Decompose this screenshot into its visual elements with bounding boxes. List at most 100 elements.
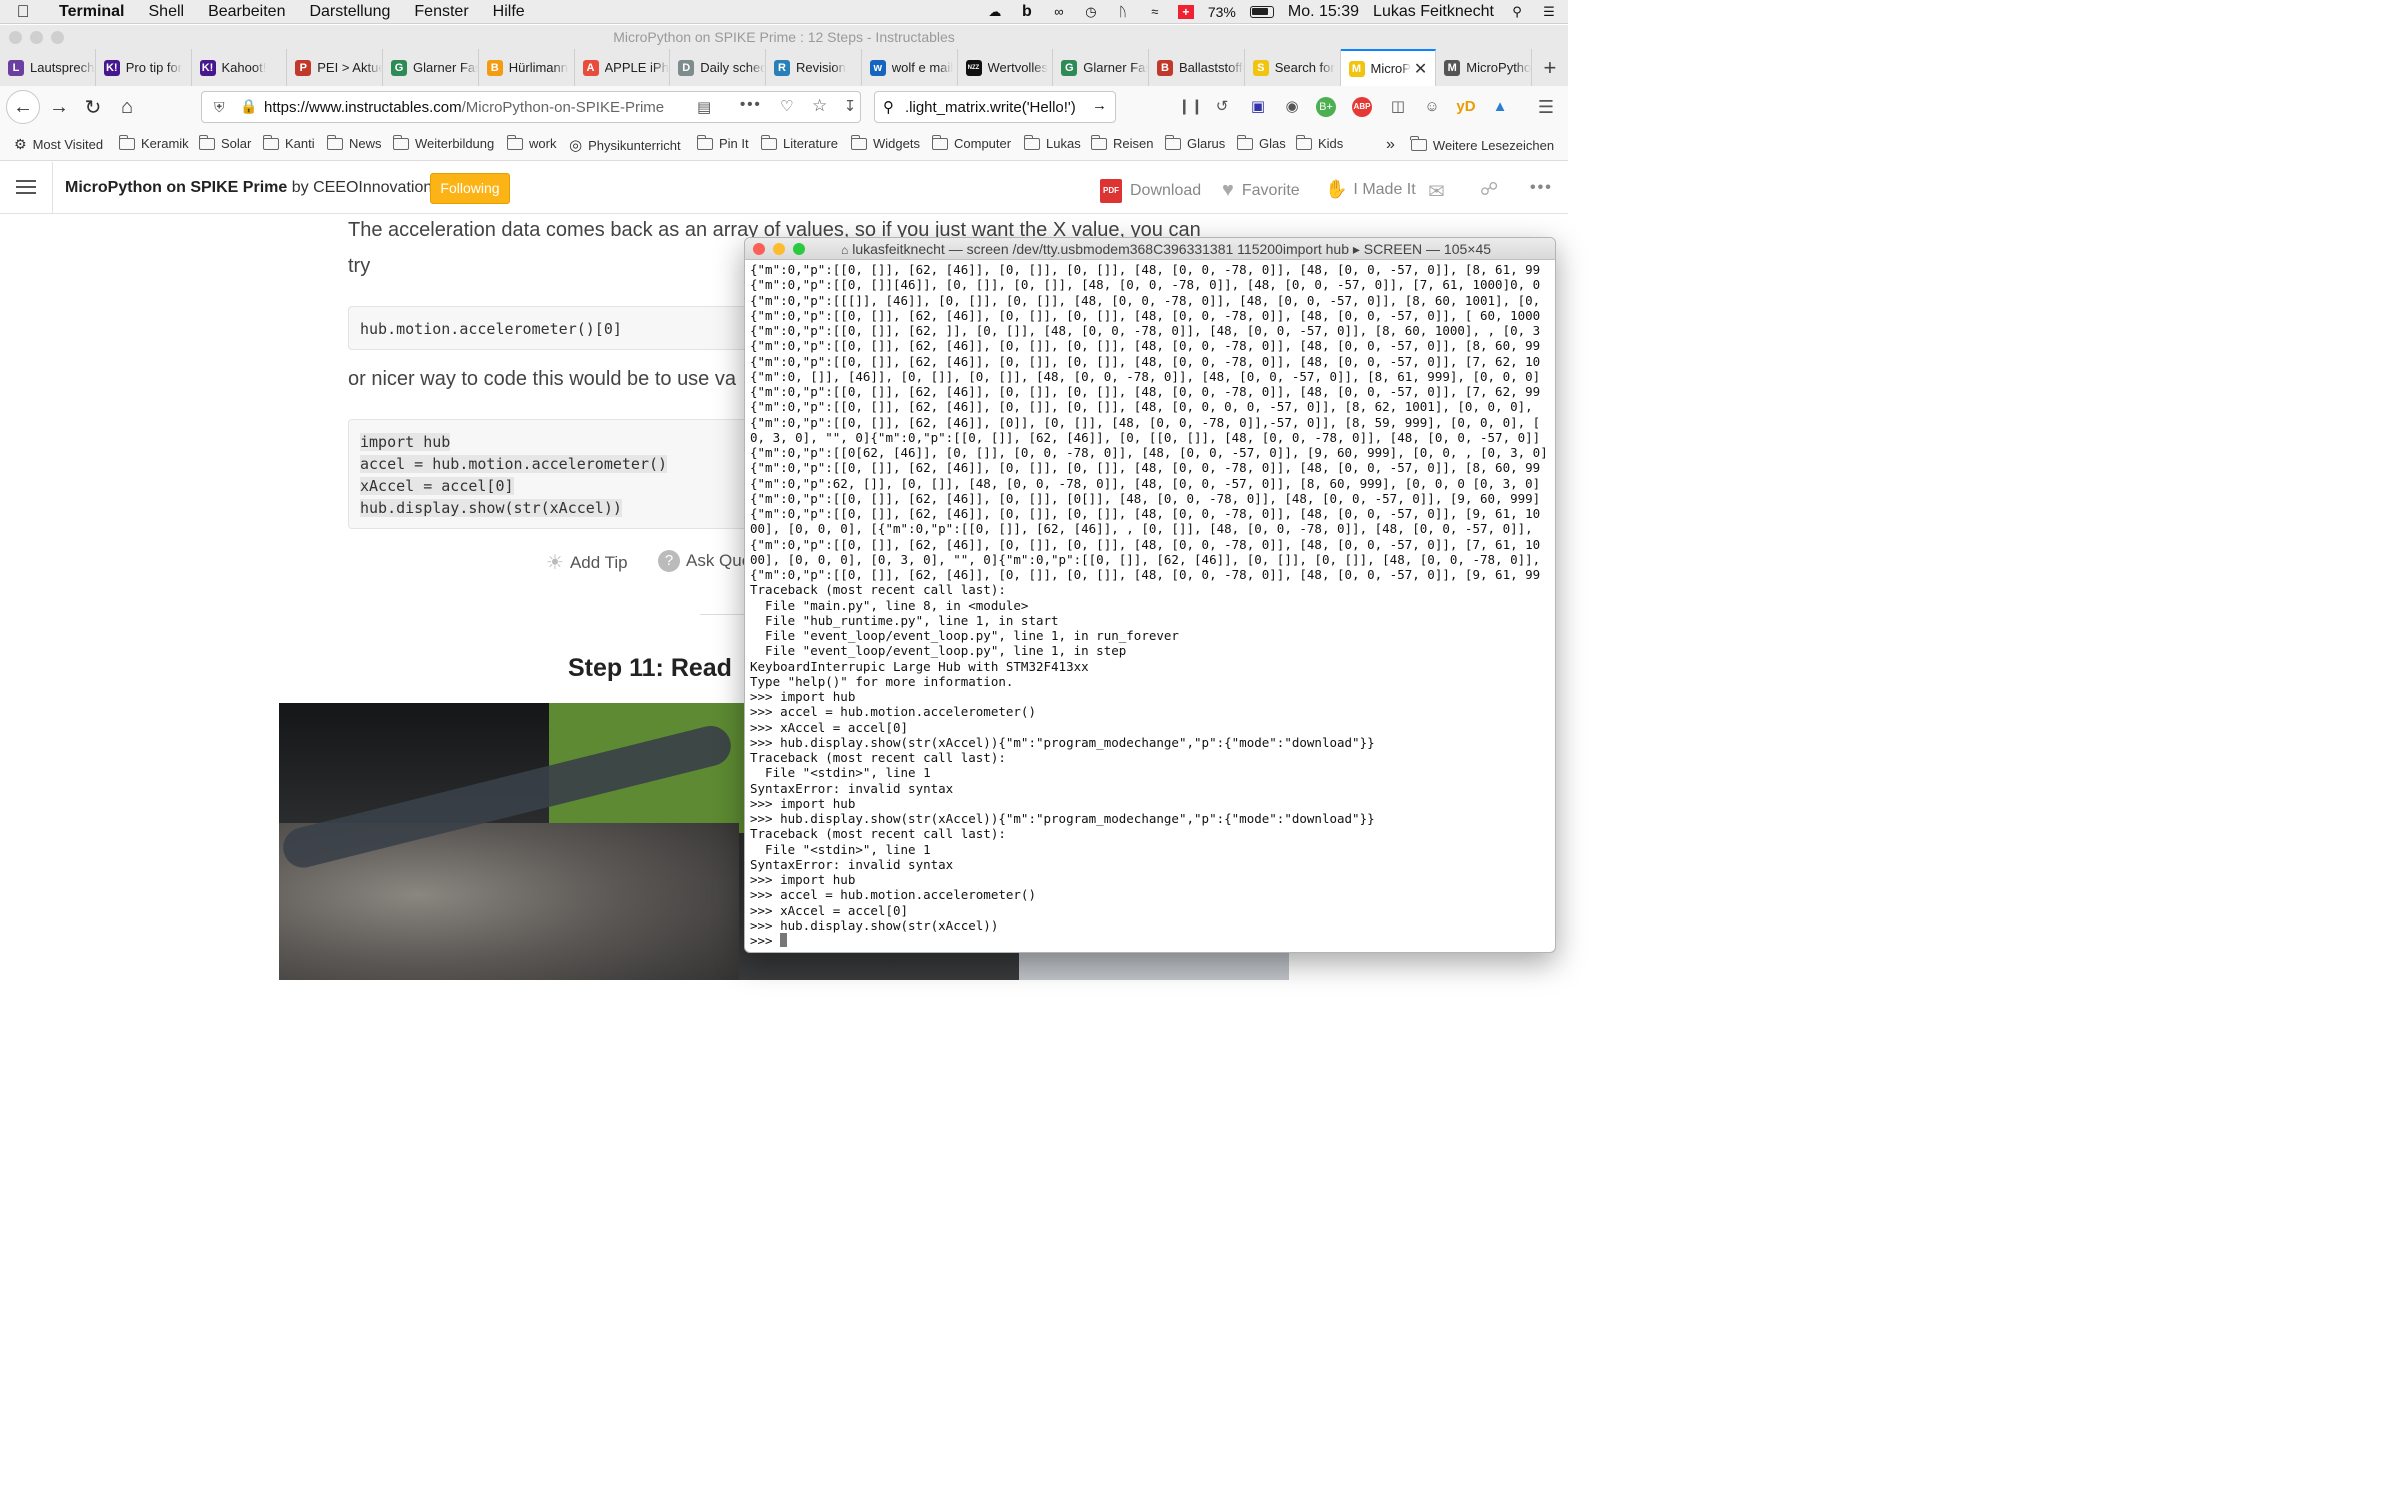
screenshot-extension-icon[interactable]: ▣ [1248, 97, 1268, 117]
page-actions-icon[interactable]: ••• [740, 96, 762, 113]
ask-question-button[interactable]: ? Ask Que [658, 550, 751, 572]
bookmark-item[interactable]: Glarus [1164, 134, 1225, 151]
apple-menu-icon[interactable]:  [0, 2, 46, 22]
reader-view-icon[interactable]: ▤ [697, 98, 711, 116]
tab-13[interactable]: S Search for [1245, 49, 1341, 86]
window-zoom-button[interactable] [51, 31, 64, 44]
tab-close-icon[interactable]: ✕ [1414, 59, 1427, 79]
tab-7[interactable]: D Daily schedule [670, 49, 766, 86]
project-title-text[interactable]: MicroPython on SPIKE Prime [65, 179, 287, 196]
comments-icon[interactable]: ✉ [1428, 179, 1445, 204]
back-button[interactable]: ← [6, 90, 40, 124]
history-icon[interactable]: ↺ [1212, 97, 1232, 117]
following-button[interactable]: Following [430, 173, 510, 204]
terminal-output[interactable]: {"m":0,"p":[[0, []], [62, [46]], [0, []]… [750, 262, 1555, 952]
terminal-titlebar[interactable]: ⌂ lukasfeitknecht — screen /dev/tty.usbmo… [745, 238, 1555, 260]
infinity-icon[interactable]: ∞ [1050, 5, 1068, 19]
bookmark-item[interactable]: Solar [198, 134, 251, 151]
bookmark-item[interactable]: Lukas [1023, 134, 1081, 151]
pocket-icon[interactable]: ♡ [780, 97, 793, 115]
b-app-icon[interactable]: b [1018, 4, 1036, 20]
tab-14[interactable]: M MicroPython✕ [1340, 49, 1437, 86]
url-text[interactable]: https://www.instructables.com/MicroPytho… [264, 99, 689, 116]
tab-9[interactable]: w wolf e mail [862, 49, 958, 86]
tab-1[interactable]: K! Pro tip for [96, 49, 192, 86]
bookmark-item[interactable]: ⚙ Most Visited [14, 136, 103, 153]
tab-8[interactable]: R Revision [766, 49, 862, 86]
bookmark-star-icon[interactable]: ☆ [812, 96, 827, 116]
tab-5[interactable]: B Hürlimann [479, 49, 575, 86]
bookmark-item[interactable]: Literature [760, 134, 838, 151]
extension-globe-icon[interactable]: ◉ [1282, 97, 1302, 117]
bookmark-item[interactable]: Computer [931, 134, 1011, 151]
tab-11[interactable]: G Glarner Fasnacht [1053, 49, 1149, 86]
download-button[interactable]: PDF Download [1100, 179, 1201, 203]
bookmark-item[interactable]: Keramik [118, 134, 189, 151]
bookmark-item[interactable]: Glas [1236, 134, 1286, 151]
spotlight-search-icon[interactable]: ⚲ [1508, 5, 1526, 19]
tab-6[interactable]: A APPLE iPhone [575, 49, 671, 86]
shield-icon[interactable]: ⛨ [214, 99, 225, 116]
window-close-button[interactable] [9, 31, 22, 44]
bookmark-item[interactable]: Reisen [1090, 134, 1153, 151]
bookmark-item[interactable]: Kanti [262, 134, 315, 151]
terminal-window[interactable]: ⌂ lukasfeitknecht — screen /dev/tty.usbmo… [744, 237, 1556, 953]
grammar-extension-icon[interactable]: B+ [1316, 97, 1336, 117]
bookmark-item[interactable]: News [326, 134, 382, 151]
lock-icon[interactable]: 🔒 [240, 98, 257, 115]
new-tab-button[interactable]: + [1532, 49, 1568, 86]
window-minimize-button[interactable] [30, 31, 43, 44]
menu-hilfe[interactable]: Hilfe [481, 3, 537, 21]
forward-button[interactable]: → [44, 92, 74, 122]
adblock-icon[interactable]: ABP [1352, 97, 1372, 117]
tab-4[interactable]: G Glarner Fasnacht [383, 49, 479, 86]
tab-2[interactable]: K! Kahoot! [192, 49, 288, 86]
swiss-flag-icon[interactable]: + [1177, 5, 1194, 19]
bluetooth-icon[interactable]: ᚢ [1114, 5, 1132, 19]
site-menu-icon[interactable] [16, 180, 36, 194]
download-arrow-icon[interactable]: ↧ [840, 97, 860, 117]
tab-12[interactable]: B Ballaststoffe [1149, 49, 1245, 86]
more-options-icon[interactable]: ••• [1530, 179, 1553, 197]
clock[interactable]: Mo. 15:39 [1288, 3, 1359, 21]
menu-bearbeiten[interactable]: Bearbeiten [196, 3, 297, 21]
i-made-it-button[interactable]: ✋ I Made It [1325, 179, 1416, 200]
menu-fenster[interactable]: Fenster [402, 3, 480, 21]
search-input[interactable]: ⚲ .light_matrix.write('Hello!') → [874, 91, 1116, 123]
trophy-extension-icon[interactable]: ▲ [1490, 97, 1510, 117]
bookmark-item[interactable]: Kids [1295, 134, 1343, 151]
home-button[interactable]: ⌂ [112, 92, 142, 122]
yd-extension-icon[interactable]: yD [1456, 97, 1476, 117]
notification-center-icon[interactable]: ☰ [1540, 5, 1558, 19]
time-machine-icon[interactable]: ◷ [1082, 5, 1100, 19]
cloud-icon[interactable]: ☁ [986, 5, 1004, 19]
bookmark-item[interactable]: work [506, 134, 556, 151]
tab-0[interactable]: L Lautsprecher [0, 49, 96, 86]
share-icon[interactable]: ☍ [1480, 179, 1498, 200]
user-name[interactable]: Lukas Feitknecht [1373, 3, 1494, 21]
battery-icon[interactable] [1249, 6, 1274, 18]
bookmark-item[interactable]: Pin It [696, 134, 749, 151]
bookmarks-overflow-button[interactable]: » Weitere Lesezeichen [1386, 136, 1554, 154]
bookmark-item[interactable]: Weiterbildung [392, 134, 494, 151]
library-icon[interactable]: ❙❙ [1178, 97, 1203, 117]
reload-button[interactable]: ↻ [78, 92, 108, 122]
tab-10[interactable]: NZZ Wertvolles [958, 49, 1054, 86]
main-menu-icon[interactable]: ☰ [1536, 97, 1556, 117]
tab-3[interactable]: P PEI > Aktuell [287, 49, 383, 86]
account-icon[interactable]: ☺ [1422, 97, 1442, 117]
menu-darstellung[interactable]: Darstellung [297, 3, 402, 21]
wifi-icon[interactable]: ≈ [1146, 5, 1164, 19]
tab-15[interactable]: M MicroPython [1436, 49, 1532, 86]
menu-app-terminal[interactable]: Terminal [46, 3, 137, 21]
bookmark-item[interactable]: Widgets [850, 134, 920, 151]
search-go-icon[interactable]: → [1092, 97, 1107, 114]
terminal-prompt-line[interactable]: >>> [750, 933, 1555, 948]
add-tip-button[interactable]: ☀ Add Tip [546, 550, 628, 575]
menu-shell[interactable]: Shell [137, 3, 197, 21]
url-bar[interactable]: ⛨ 🔒 https://www.instructables.com/MicroP… [201, 91, 861, 123]
favorite-button[interactable]: ♥ Favorite [1222, 179, 1300, 202]
sidebar-icon[interactable]: ◫ [1388, 97, 1408, 117]
bookmark-item[interactable]: ◎ Physikunterricht [569, 136, 681, 154]
project-author[interactable]: by CEEOInnovations [292, 179, 441, 196]
